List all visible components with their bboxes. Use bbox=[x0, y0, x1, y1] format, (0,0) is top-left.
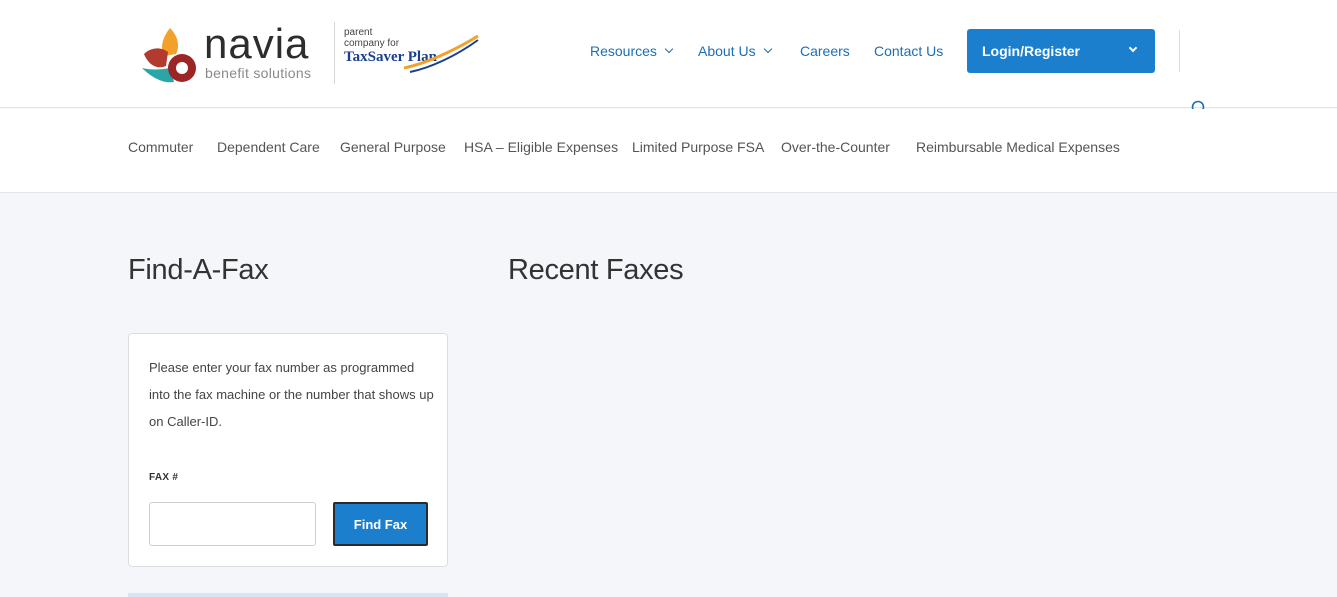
subnav-item-limited-purpose-fsa[interactable]: Limited Purpose FSA bbox=[632, 139, 764, 155]
find-a-fax-heading: Find-A-Fax bbox=[128, 254, 269, 286]
find-fax-button[interactable]: Find Fax bbox=[333, 502, 428, 546]
nav-contact-us[interactable]: Contact Us bbox=[874, 42, 943, 60]
nav-contact-label: Contact Us bbox=[874, 43, 944, 59]
brand-tagline: benefit solutions bbox=[205, 65, 312, 81]
subnav-item-over-the-counter[interactable]: Over-the-Counter bbox=[781, 139, 890, 155]
subnav-item-general-purpose[interactable]: General Purpose bbox=[340, 139, 446, 155]
recent-faxes-heading: Recent Faxes bbox=[508, 254, 684, 286]
subnav-item-reimbursable-medical[interactable]: Reimbursable Medical Expenses bbox=[916, 139, 1120, 155]
brand-name: navia bbox=[204, 20, 310, 67]
logo-divider bbox=[334, 22, 335, 84]
chevron-down-icon bbox=[664, 44, 674, 54]
subnav-item-hsa-eligible[interactable]: HSA – Eligible Expenses bbox=[464, 139, 618, 155]
fax-number-label: FAX # bbox=[149, 472, 179, 483]
find-fax-card: Please enter your fax number as programm… bbox=[128, 333, 448, 567]
nav-about-us[interactable]: About Us bbox=[698, 42, 772, 60]
navia-logo-mark-icon bbox=[142, 28, 196, 83]
card-bottom-accent bbox=[128, 593, 448, 597]
nav-careers-label: Careers bbox=[800, 43, 850, 59]
fax-instructions: Please enter your fax number as programm… bbox=[149, 360, 434, 429]
nav-resources[interactable]: Resources bbox=[590, 42, 674, 60]
nav-careers[interactable]: Careers bbox=[800, 42, 850, 60]
chevron-down-icon bbox=[763, 44, 772, 54]
category-subnav: Commuter Dependent Care General Purpose … bbox=[0, 109, 1337, 193]
taxsaver-swoosh-icon bbox=[404, 34, 479, 73]
chevron-down-icon bbox=[1128, 43, 1138, 53]
header-divider bbox=[1179, 30, 1180, 72]
navia-logo[interactable]: navia benefit solutions parent company f… bbox=[140, 20, 480, 86]
subnav-item-dependent-care[interactable]: Dependent Care bbox=[217, 139, 320, 155]
nav-about-label: About Us bbox=[698, 43, 756, 59]
nav-resources-label: Resources bbox=[590, 43, 657, 59]
login-register-button[interactable]: Login/Register bbox=[967, 29, 1155, 73]
parent-company-text: parent company for bbox=[344, 27, 400, 49]
subnav-item-commuter[interactable]: Commuter bbox=[128, 139, 193, 155]
site-header: navia benefit solutions parent company f… bbox=[0, 0, 1337, 108]
fax-number-input[interactable] bbox=[149, 502, 316, 546]
login-register-label: Login/Register bbox=[982, 43, 1081, 59]
